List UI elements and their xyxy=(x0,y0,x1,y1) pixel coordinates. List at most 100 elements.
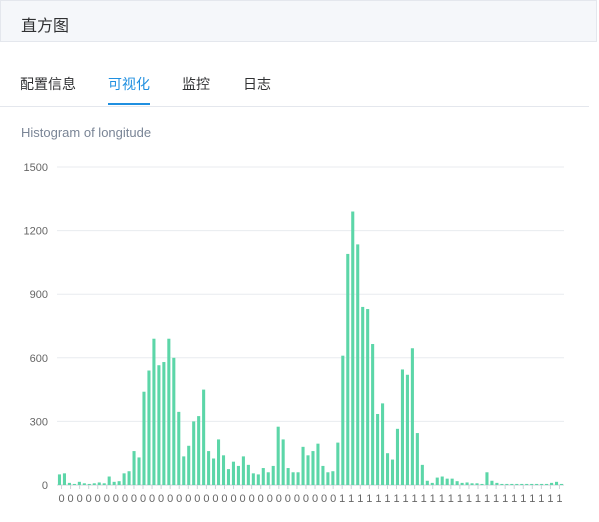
histogram-bar[interactable] xyxy=(376,413,380,485)
histogram-bar[interactable] xyxy=(291,472,295,485)
histogram-bar[interactable] xyxy=(445,478,449,485)
histogram-bar[interactable] xyxy=(366,309,370,485)
histogram-bar[interactable] xyxy=(147,370,151,485)
histogram-bar[interactable] xyxy=(217,439,221,485)
histogram-bar[interactable] xyxy=(142,391,146,485)
histogram-bar[interactable] xyxy=(266,472,270,485)
histogram-bar[interactable] xyxy=(336,442,340,485)
histogram-bar[interactable] xyxy=(470,483,474,485)
histogram-bar[interactable] xyxy=(301,446,305,485)
histogram-bar[interactable] xyxy=(415,433,419,485)
histogram-bar[interactable] xyxy=(87,483,91,485)
histogram-bar[interactable] xyxy=(341,355,345,485)
histogram-bar[interactable] xyxy=(187,445,191,485)
histogram-bar[interactable] xyxy=(276,426,280,485)
histogram-bar[interactable] xyxy=(271,465,275,485)
histogram-bar[interactable] xyxy=(346,253,350,485)
histogram-bar[interactable] xyxy=(515,483,519,485)
histogram-bar[interactable] xyxy=(167,338,171,485)
histogram-bar[interactable] xyxy=(455,481,459,485)
tab-monitoring[interactable]: 监控 xyxy=(182,74,210,94)
histogram-bar[interactable] xyxy=(400,369,404,485)
histogram-bar[interactable] xyxy=(306,455,310,485)
histogram-bar[interactable] xyxy=(132,451,136,485)
histogram-bar[interactable] xyxy=(520,483,524,485)
histogram-bar[interactable] xyxy=(57,474,62,485)
histogram-bar[interactable] xyxy=(112,481,116,485)
histogram-bar[interactable] xyxy=(505,483,509,485)
histogram-bar[interactable] xyxy=(192,421,196,485)
histogram-bar[interactable] xyxy=(256,474,260,485)
histogram-bar[interactable] xyxy=(331,471,335,485)
histogram-bar[interactable] xyxy=(311,451,315,485)
histogram-bar[interactable] xyxy=(177,411,181,485)
histogram-bar[interactable] xyxy=(420,464,424,485)
histogram-bar[interactable] xyxy=(530,483,534,485)
histogram-bar[interactable] xyxy=(286,468,290,485)
histogram-bar[interactable] xyxy=(97,482,101,485)
histogram-bar[interactable] xyxy=(157,365,161,485)
histogram-bar[interactable] xyxy=(465,482,469,485)
histogram-bar[interactable] xyxy=(540,483,544,485)
histogram-bar[interactable] xyxy=(137,457,141,485)
tab-visualization[interactable]: 可视化 xyxy=(108,74,150,94)
histogram-bar[interactable] xyxy=(182,456,186,485)
histogram-bar[interactable] xyxy=(326,472,330,485)
histogram-bar[interactable] xyxy=(226,469,231,485)
histogram-bar[interactable] xyxy=(395,428,400,485)
histogram-bar[interactable] xyxy=(207,451,211,485)
histogram-bar[interactable] xyxy=(485,472,489,485)
histogram-bar[interactable] xyxy=(555,481,559,485)
histogram-bar[interactable] xyxy=(202,389,206,485)
histogram-bar[interactable] xyxy=(261,468,265,485)
histogram-bar[interactable] xyxy=(425,480,429,485)
histogram-bar[interactable] xyxy=(559,483,564,485)
histogram-bar[interactable] xyxy=(212,458,216,486)
histogram-bar[interactable] xyxy=(246,464,250,485)
histogram-bar[interactable] xyxy=(236,465,240,485)
histogram-bar[interactable] xyxy=(550,482,554,485)
histogram-bar[interactable] xyxy=(107,476,111,485)
histogram-bar[interactable] xyxy=(371,344,375,485)
histogram-bar[interactable] xyxy=(490,480,494,485)
histogram-bar[interactable] xyxy=(435,477,439,485)
histogram-bar[interactable] xyxy=(475,483,479,485)
histogram-bar[interactable] xyxy=(525,483,529,485)
histogram-bar[interactable] xyxy=(405,374,409,485)
histogram-bar[interactable] xyxy=(440,476,444,485)
histogram-bar[interactable] xyxy=(386,453,390,485)
histogram-bar[interactable] xyxy=(82,483,86,485)
histogram-bar[interactable] xyxy=(356,244,360,485)
histogram-bar[interactable] xyxy=(390,459,395,485)
histogram-bar[interactable] xyxy=(296,472,300,485)
histogram-bar[interactable] xyxy=(77,481,81,485)
histogram-bar[interactable] xyxy=(172,357,176,485)
tab-logs[interactable]: 日志 xyxy=(243,74,271,94)
histogram-bar[interactable] xyxy=(162,362,166,485)
histogram-bar[interactable] xyxy=(351,211,355,485)
histogram-bar[interactable] xyxy=(241,456,245,485)
histogram-bar[interactable] xyxy=(122,473,126,485)
histogram-bar[interactable] xyxy=(117,481,121,485)
histogram-bar[interactable] xyxy=(500,483,504,485)
histogram-bar[interactable] xyxy=(410,348,414,485)
histogram-bar[interactable] xyxy=(152,338,156,485)
histogram-bar[interactable] xyxy=(361,306,365,485)
histogram-bar[interactable] xyxy=(430,482,434,485)
histogram-bar[interactable] xyxy=(381,403,385,485)
histogram-bar[interactable] xyxy=(545,483,549,485)
histogram-bar[interactable] xyxy=(127,471,131,485)
histogram-bar[interactable] xyxy=(480,483,484,485)
tab-config-info[interactable]: 配置信息 xyxy=(20,74,76,94)
histogram-bar[interactable] xyxy=(62,473,66,485)
histogram-bar[interactable] xyxy=(450,478,454,485)
histogram-bar[interactable] xyxy=(251,473,255,485)
histogram-bar[interactable] xyxy=(197,416,201,485)
histogram-bar[interactable] xyxy=(460,482,464,485)
histogram-bar[interactable] xyxy=(67,482,71,485)
histogram-bar[interactable] xyxy=(535,483,539,485)
histogram-bar[interactable] xyxy=(92,483,96,485)
histogram-bar[interactable] xyxy=(72,483,76,485)
histogram-bar[interactable] xyxy=(510,483,514,485)
histogram-bar[interactable] xyxy=(321,465,325,485)
